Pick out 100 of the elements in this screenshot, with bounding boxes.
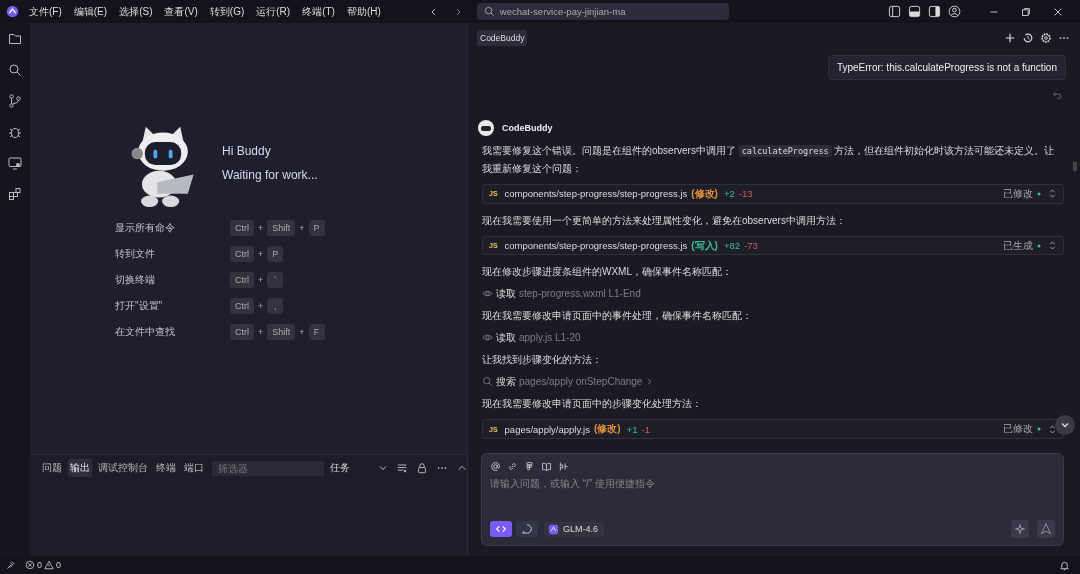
tool-call-row[interactable]: 读取 apply.js L1-20 bbox=[482, 331, 1064, 345]
keyboard-key: F bbox=[308, 324, 325, 340]
code-mode-button[interactable] bbox=[490, 521, 512, 537]
search-icon bbox=[482, 376, 493, 388]
model-logo-icon bbox=[548, 523, 559, 535]
chat-mode-button[interactable] bbox=[516, 521, 538, 537]
search-field[interactable]: wechat-service-pay-jinjian-ma bbox=[476, 3, 729, 20]
panel-tab[interactable]: 终端 bbox=[154, 459, 178, 477]
message-text: 我需要修复这个错误。问题是在组件的observers中调用了 calculateProgress 方法，但在组件初始化时该方法可能还未定义。让我重新修复这个问题： bbox=[482, 144, 1056, 176]
message-text: 让我找到步骤变化的方法： bbox=[482, 353, 603, 368]
message-text: 现在修改步骤进度条组件的WXML，确保事件名称匹配： bbox=[482, 265, 733, 280]
eye-icon bbox=[482, 288, 493, 300]
assistant-name: CodeBuddy bbox=[502, 123, 553, 133]
message-text: 现在我需要使用一个更简单的方法来处理属性变化，避免在observers中调用方法： bbox=[482, 213, 847, 228]
explorer-icon[interactable] bbox=[7, 31, 23, 47]
sidebar-toggle-icon[interactable] bbox=[888, 5, 901, 18]
plus-sign: + bbox=[258, 223, 264, 233]
search-icon[interactable] bbox=[7, 62, 23, 78]
lock-icon[interactable] bbox=[416, 462, 428, 474]
menu-item[interactable]: 帮助(H) bbox=[346, 4, 381, 19]
menu-item[interactable]: 文件(F) bbox=[29, 4, 62, 19]
keyboard-key: Ctrl bbox=[230, 324, 254, 340]
plus-icon[interactable] bbox=[1004, 32, 1016, 44]
extensions-icon[interactable] bbox=[7, 186, 23, 202]
at-mention-icon[interactable] bbox=[490, 461, 501, 472]
menu-item[interactable]: 运行(R) bbox=[256, 4, 291, 19]
expand-collapse-icon bbox=[1048, 423, 1057, 435]
filter-field[interactable]: 筛选器 bbox=[212, 460, 324, 476]
settings-icon[interactable] bbox=[1040, 32, 1052, 44]
plus-sign: + bbox=[299, 327, 305, 337]
problems-status[interactable]: 0 0 bbox=[25, 560, 62, 570]
status-text: Waiting for work... bbox=[222, 168, 318, 182]
keyboard-key: Shift bbox=[267, 324, 296, 340]
send-icon[interactable] bbox=[1037, 520, 1055, 538]
clear-output-icon[interactable] bbox=[396, 462, 408, 474]
remote-monitor-icon[interactable] bbox=[7, 155, 23, 171]
menu-item[interactable]: 转到(G) bbox=[209, 4, 245, 19]
code-brackets-icon bbox=[495, 523, 507, 535]
shortcut-label: 在文件中查找 bbox=[115, 325, 176, 339]
eye-icon bbox=[482, 332, 493, 344]
panel-tab[interactable]: 输出 bbox=[68, 459, 92, 477]
plus-sign: + bbox=[299, 223, 305, 233]
plus-sign: + bbox=[258, 327, 264, 337]
error-icon bbox=[25, 560, 35, 570]
sparkle-icon[interactable] bbox=[1011, 520, 1029, 538]
app-logo-icon bbox=[6, 5, 19, 18]
chevron-down-icon bbox=[378, 463, 388, 473]
menu-item[interactable]: 编辑(E) bbox=[73, 4, 108, 19]
tool-call-row[interactable]: 搜索 pages/apply onStepChange bbox=[482, 375, 1064, 389]
message-text: 现在我需要修改申请页面中的事件处理，确保事件名称匹配： bbox=[482, 309, 753, 324]
shortcut-label: 显示所有命令 bbox=[115, 221, 176, 235]
expand-collapse-icon bbox=[1048, 188, 1057, 200]
output-channel-dropdown[interactable]: 任务 bbox=[330, 461, 388, 475]
chat-input-box[interactable]: 请输入问题，或输入 “/” 使用便捷指令 GLM-4.6 bbox=[481, 453, 1064, 546]
panel-tab[interactable]: 端口 bbox=[182, 459, 206, 477]
tool-call-row[interactable]: 读取 step-progress.wxml L1-End bbox=[482, 287, 1064, 301]
shortcut-label: 转到文件 bbox=[115, 247, 156, 261]
panel-toggle-icon[interactable] bbox=[908, 5, 921, 18]
chat-tab[interactable]: CodeBuddy bbox=[477, 30, 528, 46]
greeting-text: Hi Buddy bbox=[222, 144, 272, 158]
status-dot-icon bbox=[1037, 191, 1041, 196]
keyboard-key: Ctrl bbox=[230, 298, 254, 314]
keyboard-key: , bbox=[267, 298, 284, 314]
message-text: 现在我需要修改申请页面中的步骤变化处理方法： bbox=[482, 397, 703, 412]
shortcut-label: 打开"设置" bbox=[115, 299, 164, 313]
book-icon[interactable] bbox=[541, 461, 552, 472]
account-icon[interactable] bbox=[948, 5, 961, 18]
menu-item[interactable]: 选择(S) bbox=[119, 4, 153, 19]
keyboard-key: P bbox=[267, 246, 284, 262]
panel-tab[interactable]: 问题 bbox=[40, 459, 64, 477]
warning-icon bbox=[44, 560, 54, 570]
plus-sign: + bbox=[258, 275, 264, 285]
keyboard-key: Ctrl bbox=[230, 220, 254, 236]
notification-bell-icon[interactable] bbox=[1059, 559, 1070, 571]
plus-sign: + bbox=[258, 301, 264, 311]
restore-icon[interactable] bbox=[1020, 5, 1032, 18]
status-dot-icon bbox=[1037, 243, 1041, 248]
undo-icon[interactable] bbox=[1052, 90, 1062, 100]
scroll-down-button[interactable] bbox=[1055, 415, 1075, 435]
history-icon[interactable] bbox=[1022, 32, 1034, 44]
scrollbar-thumb[interactable] bbox=[1073, 162, 1077, 171]
assistant-avatar-icon bbox=[478, 120, 494, 136]
menu-item[interactable]: 查看(V) bbox=[164, 4, 198, 19]
plus-sign: + bbox=[258, 249, 264, 259]
menu-item[interactable]: 终端(T) bbox=[302, 4, 335, 19]
source-control-icon[interactable] bbox=[7, 93, 23, 109]
keyboard-key: ` bbox=[267, 272, 284, 288]
user-message: TypeError: this.calculateProgress is not a function bbox=[827, 55, 1066, 80]
model-selector[interactable]: GLM-4.6 bbox=[544, 521, 604, 537]
search-icon bbox=[483, 6, 495, 17]
keyboard-key: Ctrl bbox=[230, 246, 254, 262]
expand-collapse-icon bbox=[1048, 240, 1057, 251]
shortcut-label: 切换终端 bbox=[115, 273, 156, 287]
link-icon[interactable] bbox=[507, 461, 518, 472]
keyboard-key: Shift bbox=[267, 220, 296, 236]
keyboard-key: P bbox=[308, 220, 325, 236]
secondary-sidebar-toggle-icon[interactable] bbox=[928, 5, 941, 18]
panel-tab[interactable]: 调试控制台 bbox=[96, 459, 150, 477]
keyboard-key: Ctrl bbox=[230, 272, 254, 288]
status-dot-icon bbox=[1037, 427, 1041, 432]
